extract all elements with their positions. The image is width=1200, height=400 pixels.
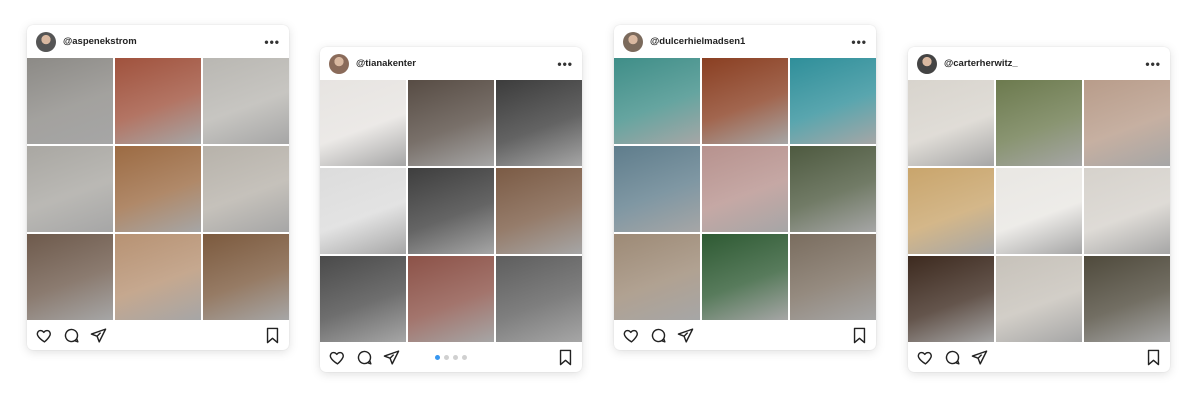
heart-icon[interactable]	[329, 349, 346, 366]
grid-photo[interactable]	[908, 168, 994, 254]
grid-photo[interactable]	[702, 234, 788, 320]
grid-photo[interactable]	[996, 168, 1082, 254]
grid-photo[interactable]	[203, 58, 289, 144]
carousel-dot	[462, 355, 467, 360]
photo-grid	[320, 80, 582, 342]
grid-photo[interactable]	[1084, 80, 1170, 166]
heart-icon[interactable]	[917, 349, 934, 366]
username[interactable]: @tianakenter	[356, 58, 557, 69]
post-header: @aspenekstrom •••	[27, 25, 289, 58]
post-actions	[320, 342, 582, 372]
share-icon[interactable]	[383, 349, 400, 366]
grid-photo[interactable]	[115, 234, 201, 320]
more-options-icon[interactable]: •••	[851, 35, 867, 49]
comment-icon[interactable]	[63, 327, 80, 344]
bookmark-icon[interactable]	[265, 327, 280, 344]
carousel-dot	[444, 355, 449, 360]
avatar[interactable]	[623, 31, 643, 52]
photo-grid	[908, 80, 1170, 342]
grid-photo[interactable]	[203, 234, 289, 320]
username[interactable]: @dulcerhielmadsen1	[650, 36, 851, 47]
grid-photo[interactable]	[320, 80, 406, 166]
grid-photo[interactable]	[702, 146, 788, 232]
post-header: @dulcerhielmadsen1 •••	[614, 25, 876, 58]
post-header: @tianakenter •••	[320, 47, 582, 80]
share-icon[interactable]	[677, 327, 694, 344]
grid-photo[interactable]	[408, 256, 494, 342]
post-card: @aspenekstrom •••	[27, 25, 289, 350]
grid-photo[interactable]	[320, 168, 406, 254]
grid-photo[interactable]	[908, 256, 994, 342]
post-header: @carterherwitz_ •••	[908, 47, 1170, 80]
post-actions	[614, 320, 876, 350]
grid-photo[interactable]	[320, 256, 406, 342]
photo-grid	[614, 58, 876, 320]
grid-photo[interactable]	[996, 256, 1082, 342]
grid-photo[interactable]	[908, 80, 994, 166]
avatar[interactable]	[329, 53, 349, 74]
grid-photo[interactable]	[27, 58, 113, 144]
grid-photo[interactable]	[702, 58, 788, 144]
grid-photo[interactable]	[1084, 168, 1170, 254]
carousel-dot	[453, 355, 458, 360]
more-options-icon[interactable]: •••	[264, 35, 280, 49]
comment-icon[interactable]	[650, 327, 667, 344]
grid-photo[interactable]	[496, 256, 582, 342]
carousel-indicator	[435, 355, 467, 360]
post-card: @dulcerhielmadsen1 •••	[614, 25, 876, 350]
bookmark-icon[interactable]	[852, 327, 867, 344]
bookmark-icon[interactable]	[558, 349, 573, 366]
post-actions	[27, 320, 289, 350]
grid-photo[interactable]	[496, 80, 582, 166]
heart-icon[interactable]	[623, 327, 640, 344]
grid-photo[interactable]	[27, 146, 113, 232]
grid-photo[interactable]	[790, 234, 876, 320]
avatar[interactable]	[917, 53, 937, 74]
more-options-icon[interactable]: •••	[1145, 57, 1161, 71]
more-options-icon[interactable]: •••	[557, 57, 573, 71]
comment-icon[interactable]	[944, 349, 961, 366]
username[interactable]: @carterherwitz_	[944, 58, 1145, 69]
grid-photo[interactable]	[408, 168, 494, 254]
avatar[interactable]	[36, 31, 56, 52]
grid-photo[interactable]	[614, 234, 700, 320]
grid-photo[interactable]	[115, 58, 201, 144]
bookmark-icon[interactable]	[1146, 349, 1161, 366]
grid-photo[interactable]	[996, 80, 1082, 166]
grid-photo[interactable]	[614, 58, 700, 144]
grid-photo[interactable]	[115, 146, 201, 232]
post-actions	[908, 342, 1170, 372]
carousel-dot	[435, 355, 440, 360]
grid-photo[interactable]	[27, 234, 113, 320]
share-icon[interactable]	[971, 349, 988, 366]
share-icon[interactable]	[90, 327, 107, 344]
grid-photo[interactable]	[496, 168, 582, 254]
post-card: @carterherwitz_ •••	[908, 47, 1170, 372]
comment-icon[interactable]	[356, 349, 373, 366]
grid-photo[interactable]	[408, 80, 494, 166]
username[interactable]: @aspenekstrom	[63, 36, 264, 47]
photo-grid	[27, 58, 289, 320]
grid-photo[interactable]	[203, 146, 289, 232]
heart-icon[interactable]	[36, 327, 53, 344]
grid-photo[interactable]	[790, 146, 876, 232]
grid-photo[interactable]	[614, 146, 700, 232]
grid-photo[interactable]	[790, 58, 876, 144]
post-card: @tianakenter •••	[320, 47, 582, 372]
grid-photo[interactable]	[1084, 256, 1170, 342]
